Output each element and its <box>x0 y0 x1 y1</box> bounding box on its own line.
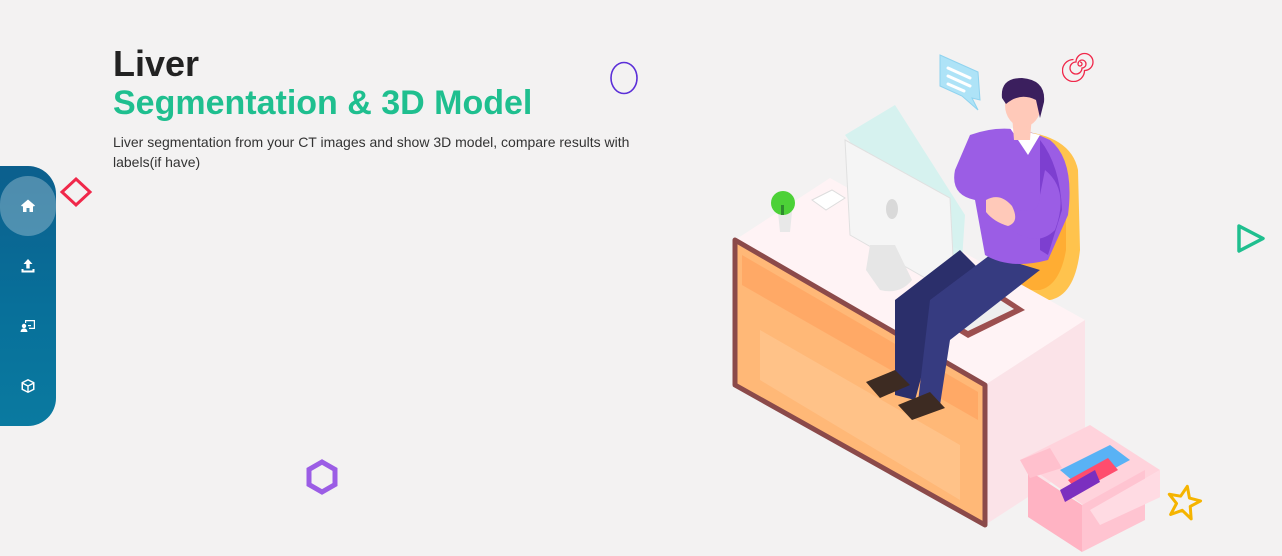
home-icon <box>21 199 35 212</box>
cube-icon <box>21 379 35 393</box>
sidebar-item-compare[interactable] <box>0 296 56 356</box>
page-subtitle: Segmentation & 3D Model <box>113 84 533 122</box>
red-diamond-decoration <box>59 176 93 208</box>
sidebar-nav <box>0 166 56 426</box>
sidebar-item-3d-model[interactable] <box>0 356 56 416</box>
page-description: Liver segmentation from your CT images a… <box>113 134 630 170</box>
green-triangle-decoration <box>1237 224 1265 253</box>
compare-icon <box>20 320 35 332</box>
purple-hexagon-decoration <box>306 459 338 495</box>
workspace-illustration <box>732 54 1160 552</box>
chat-bubble-illustration <box>939 54 981 111</box>
sidebar-item-home[interactable] <box>0 176 56 236</box>
purple-ellipse-decoration <box>610 61 638 95</box>
page: Liver Segmentation & 3D Model Liver segm… <box>0 0 1282 556</box>
star-decoration <box>1167 484 1203 521</box>
page-title: Liver <box>113 43 200 84</box>
sidebar-item-upload[interactable] <box>0 236 56 296</box>
upload-icon <box>21 259 35 273</box>
